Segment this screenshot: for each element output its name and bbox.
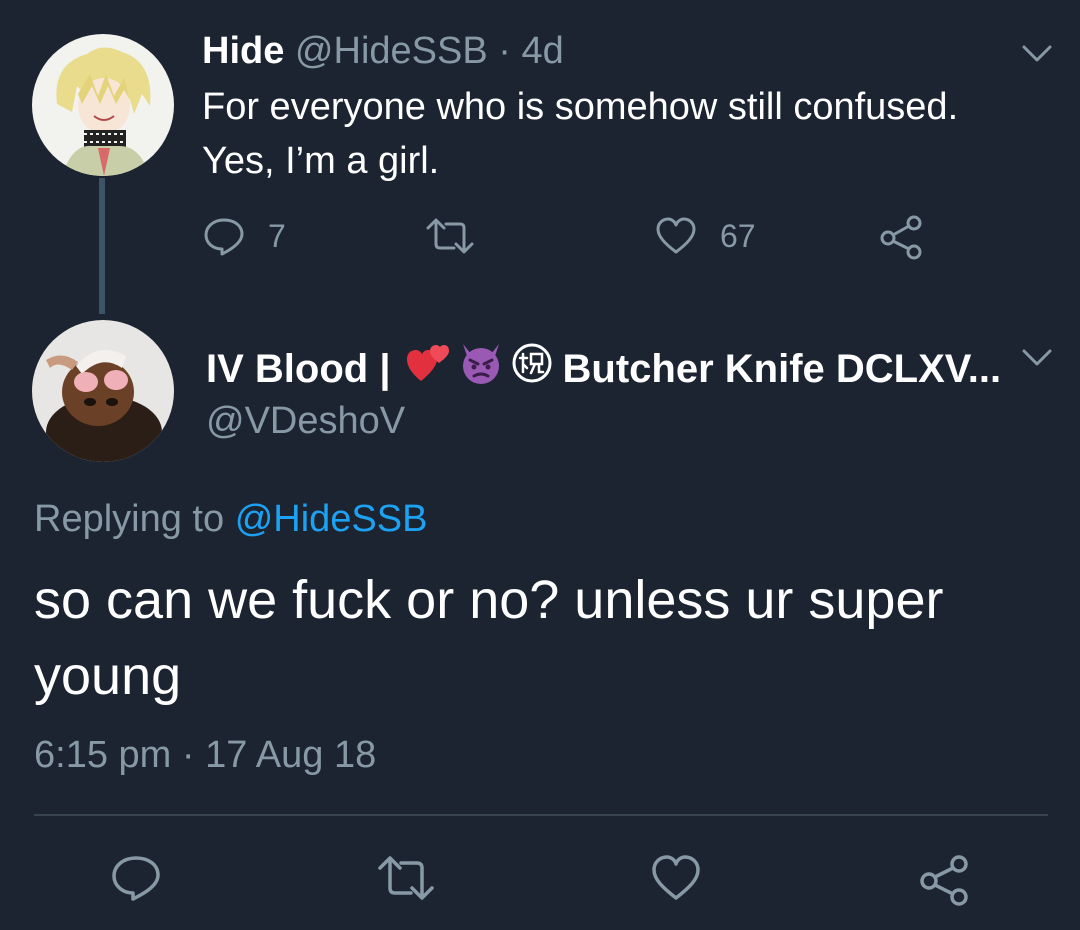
reply-author-name[interactable]: IV Blood | Butcher Knife DCLXV... [206,340,1001,397]
share-icon [920,855,968,906]
replying-to-line: Replying to @HideSSB [34,496,427,542]
reply-button[interactable] [110,854,162,907]
replying-to-label: Replying to [34,498,225,540]
reply-author-handle[interactable]: @VDeshoV [206,398,405,444]
reply-text: so can we fuck or no? unless ur super yo… [34,562,1054,714]
reply-button[interactable]: 7 [202,216,286,256]
congratulations-ideograph-emoji [511,342,553,395]
retweet-icon [426,218,474,254]
tweet-text-line: Yes, I’m a girl. [202,140,440,182]
avatar-vdeshov[interactable] [32,320,174,462]
retweet-icon [378,856,434,900]
retweet-button[interactable] [376,854,436,907]
like-icon [652,855,700,900]
author-name[interactable]: Hide [202,30,284,72]
reply-timestamp[interactable]: 6:15 pm · 17 Aug 18 [34,732,376,778]
reply-text-line: so can we fuck or no? unless ur super [34,570,944,630]
reply-icon [204,218,244,256]
like-count: 67 [720,217,756,254]
share-icon [880,215,922,260]
share-button[interactable] [918,854,972,911]
avatar-hide[interactable] [32,34,174,176]
reply-count: 7 [268,217,286,254]
replying-to-handle-link[interactable]: @HideSSB [235,498,428,540]
tweet-text-line: For everyone who is somehow still confus… [202,86,959,128]
chevron-down-icon[interactable] [1020,346,1054,370]
tweet-text: For everyone who is somehow still confus… [202,80,1062,188]
angry-devil-emoji [457,340,505,397]
reply-author-name-suffix: Butcher Knife DCLXV... [562,346,1002,391]
two-hearts-emoji [405,341,451,396]
reply-text-line: young [34,646,182,706]
tweet-age[interactable]: 4d [521,30,563,72]
thread-connector-line [99,178,105,314]
like-button[interactable] [650,854,702,907]
header-separator: · [498,30,511,72]
retweet-button[interactable] [424,216,476,256]
like-icon [656,217,696,254]
share-button[interactable] [878,214,926,260]
tweet-header: Hide @HideSSB · 4d [202,28,564,74]
reply-author-name-prefix: IV Blood | [206,346,391,391]
reply-icon [112,856,160,901]
like-button[interactable]: 67 [654,216,756,256]
chevron-down-icon[interactable] [1020,42,1054,66]
divider [34,814,1048,816]
author-handle[interactable]: @HideSSB [295,30,488,72]
